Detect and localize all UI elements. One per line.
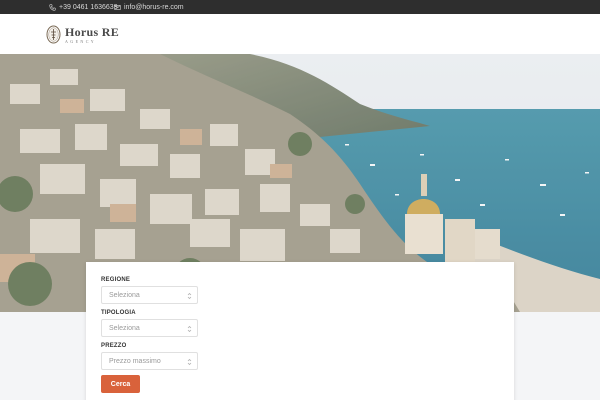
type-label: TIPOLOGIA bbox=[101, 310, 136, 316]
mail-icon bbox=[114, 4, 121, 10]
select-arrows-icon bbox=[187, 292, 192, 300]
region-select[interactable]: Seleziona bbox=[101, 286, 198, 304]
type-select-value: Seleziona bbox=[109, 325, 140, 332]
property-search-form: REGIONE Seleziona TIPOLOGIA Seleziona PR… bbox=[86, 262, 514, 400]
region-label: REGIONE bbox=[101, 277, 131, 283]
region-select-value: Seleziona bbox=[109, 292, 140, 299]
brand-logo[interactable]: Horus RE AGENCY bbox=[46, 24, 119, 45]
brand-name: Horus RE bbox=[65, 24, 120, 39]
email-contact[interactable]: info@horus-re.com bbox=[114, 3, 184, 11]
phone-icon bbox=[49, 3, 56, 11]
search-button[interactable]: Cerca bbox=[101, 375, 140, 393]
price-select[interactable]: Prezzo massimo bbox=[101, 352, 198, 370]
email-address: info@horus-re.com bbox=[124, 3, 184, 11]
phone-number: +39 0461 1636639 bbox=[59, 3, 118, 11]
type-select[interactable]: Seleziona bbox=[101, 319, 198, 337]
top-contact-bar: +39 0461 1636639 info@horus-re.com bbox=[0, 0, 600, 14]
price-select-value: Prezzo massimo bbox=[109, 358, 161, 365]
brand-tagline: AGENCY bbox=[65, 38, 97, 44]
select-arrows-icon bbox=[187, 325, 192, 333]
logo-emblem-icon bbox=[46, 25, 61, 44]
price-label: PREZZO bbox=[101, 343, 127, 349]
site-header: Horus RE AGENCY bbox=[0, 14, 600, 54]
select-arrows-icon bbox=[187, 358, 192, 366]
phone-contact[interactable]: +39 0461 1636639 bbox=[49, 3, 118, 11]
